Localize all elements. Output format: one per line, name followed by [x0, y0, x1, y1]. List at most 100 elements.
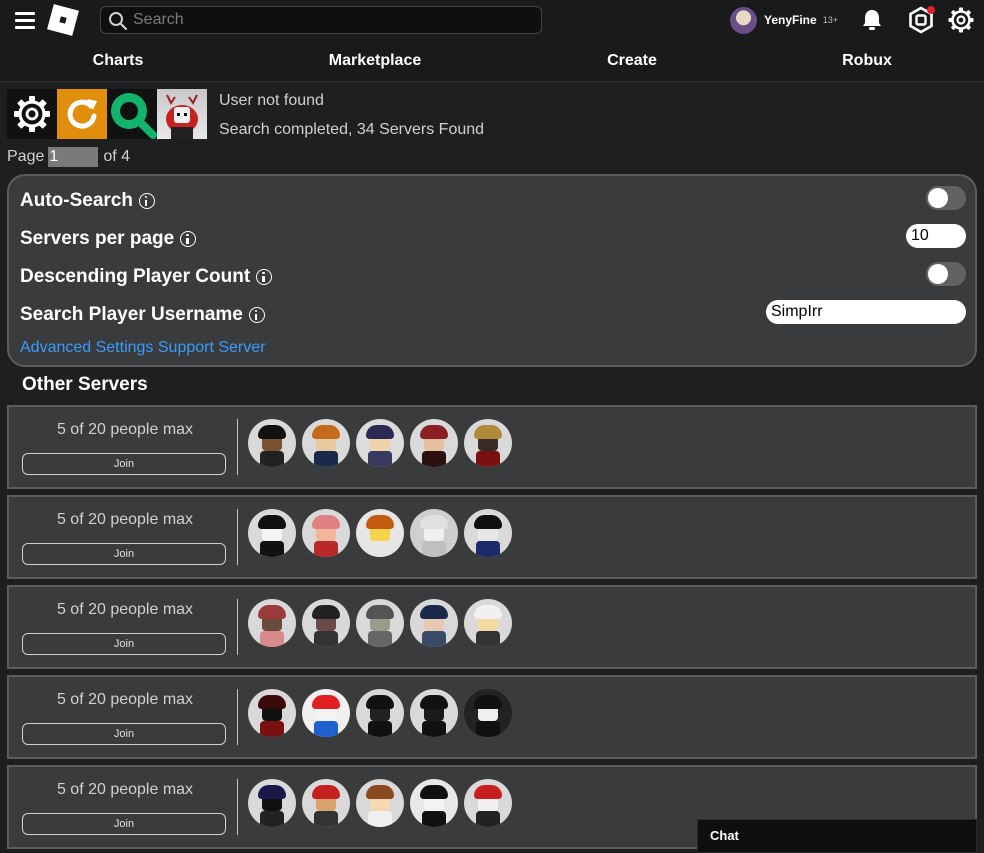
avatar-hair	[258, 515, 286, 529]
avatar-body	[368, 541, 392, 557]
chat-label: Chat	[710, 828, 739, 843]
settings-gear-icon[interactable]	[947, 6, 975, 34]
hamburger-menu-icon[interactable]	[15, 12, 35, 29]
servers-per-page-input[interactable]	[906, 224, 966, 248]
server-row: 5 of 20 people max Join	[7, 675, 977, 759]
status-user-not-found: User not found	[219, 92, 324, 109]
player-avatar[interactable]	[302, 779, 350, 827]
avatar-body	[260, 451, 284, 467]
player-avatar[interactable]	[302, 599, 350, 647]
player-avatar[interactable]	[302, 419, 350, 467]
join-button[interactable]: Join	[22, 723, 226, 745]
player-avatar[interactable]	[356, 689, 404, 737]
refresh-icon[interactable]	[57, 89, 107, 139]
player-avatar[interactable]	[464, 689, 512, 737]
server-player-count: 5 of 20 people max	[56, 511, 194, 528]
avatar-body	[476, 721, 500, 737]
avatar[interactable]	[730, 6, 757, 34]
player-list	[248, 509, 518, 557]
join-button[interactable]: Join	[22, 633, 226, 655]
info-icon[interactable]	[138, 193, 155, 209]
avatar-body	[314, 451, 338, 467]
player-list	[248, 419, 518, 467]
find-player-icon[interactable]	[107, 89, 157, 139]
avatar-hair	[312, 605, 340, 619]
avatar-hair	[366, 425, 394, 439]
join-button[interactable]: Join	[22, 543, 226, 565]
player-avatar[interactable]	[302, 509, 350, 557]
avatar-hair	[420, 695, 448, 709]
main-nav: Charts Marketplace Create Robux	[0, 48, 984, 76]
server-player-count: 5 of 20 people max	[56, 421, 194, 438]
server-player-count: 5 of 20 people max	[56, 781, 194, 798]
player-avatar[interactable]	[410, 599, 458, 647]
player-avatar[interactable]	[410, 509, 458, 557]
player-avatar[interactable]	[410, 689, 458, 737]
join-button[interactable]: Join	[22, 453, 226, 475]
player-avatar[interactable]	[464, 779, 512, 827]
player-avatar[interactable]	[356, 509, 404, 557]
game-thumbnail	[157, 89, 207, 139]
avatar-hair	[258, 605, 286, 619]
player-avatar[interactable]	[302, 689, 350, 737]
divider	[237, 689, 238, 745]
avatar-hair	[420, 515, 448, 529]
robux-icon[interactable]	[907, 6, 935, 34]
player-avatar[interactable]	[464, 419, 512, 467]
notifications-bell-icon[interactable]	[858, 6, 886, 34]
roblox-logo-icon[interactable]	[47, 4, 79, 36]
chat-bar[interactable]: Chat	[697, 819, 977, 853]
advanced-settings-link[interactable]: Advanced Settings	[20, 339, 153, 356]
extension-settings-gear-icon[interactable]	[7, 89, 57, 139]
avatar-body	[476, 451, 500, 467]
descending-player-count-toggle[interactable]	[926, 262, 966, 286]
player-avatar[interactable]	[356, 419, 404, 467]
status-search-result: Search completed, 34 Servers Found	[219, 121, 485, 138]
avatar-hair	[366, 605, 394, 619]
server-row: 5 of 20 people max Join	[7, 495, 977, 579]
user-profile[interactable]: YenyFine 13+	[730, 6, 838, 34]
avatar-hair	[258, 785, 286, 799]
avatar-hair	[474, 785, 502, 799]
nav-robux[interactable]: Robux	[842, 52, 892, 70]
player-avatar[interactable]	[248, 419, 296, 467]
player-avatar[interactable]	[464, 599, 512, 647]
nav-create[interactable]: Create	[607, 52, 657, 70]
info-icon[interactable]	[180, 231, 197, 247]
pager-suffix: of 4	[103, 148, 131, 165]
player-avatar[interactable]	[248, 509, 296, 557]
username[interactable]: YenyFine	[764, 13, 817, 27]
username-search-input[interactable]	[766, 300, 966, 324]
player-avatar[interactable]	[248, 689, 296, 737]
player-avatar[interactable]	[356, 779, 404, 827]
nav-marketplace[interactable]: Marketplace	[329, 52, 422, 70]
player-avatar[interactable]	[410, 419, 458, 467]
page-number-input[interactable]	[48, 147, 99, 167]
auto-search-setting: Auto-Search	[20, 190, 155, 212]
avatar-body	[260, 541, 284, 557]
search-input[interactable]	[133, 10, 533, 30]
search-player-username-label: Search Player Username	[20, 304, 243, 325]
other-servers-title: Other Servers	[22, 374, 148, 395]
player-avatar[interactable]	[464, 509, 512, 557]
support-server-link[interactable]: Support Server	[158, 339, 266, 356]
info-icon[interactable]	[248, 307, 265, 323]
join-button[interactable]: Join	[22, 813, 226, 835]
player-avatar[interactable]	[248, 779, 296, 827]
pager-prefix: Page	[7, 148, 45, 165]
avatar-body	[314, 631, 338, 647]
avatar-hair	[366, 515, 394, 529]
auto-search-toggle[interactable]	[926, 186, 966, 210]
avatar-body	[260, 811, 284, 827]
player-avatar[interactable]	[356, 599, 404, 647]
server-row: 5 of 20 people max Join	[7, 405, 977, 489]
player-avatar[interactable]	[410, 779, 458, 827]
info-icon[interactable]	[256, 269, 273, 285]
nav-charts[interactable]: Charts	[93, 52, 144, 70]
search-box[interactable]	[100, 6, 542, 34]
player-avatar[interactable]	[248, 599, 296, 647]
servers-per-page-setting: Servers per page	[20, 228, 197, 250]
avatar-body	[314, 721, 338, 737]
avatar-body	[476, 631, 500, 647]
avatar-body	[422, 541, 446, 557]
